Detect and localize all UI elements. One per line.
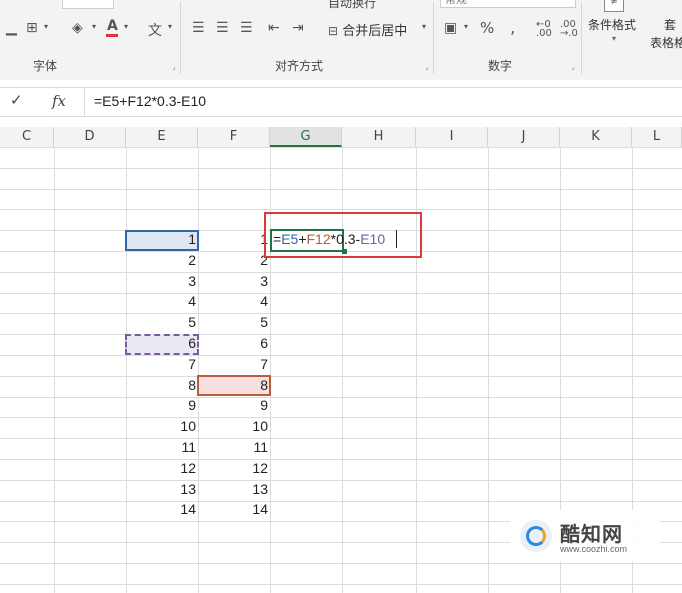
gridline-vertical (198, 147, 199, 593)
gridline-horizontal (0, 584, 682, 585)
watermark-url: www.coozhi.com (560, 544, 628, 554)
gridline-horizontal (0, 376, 682, 377)
cell-f-6[interactable]: 2 (208, 252, 268, 268)
gridline-horizontal (0, 480, 682, 481)
watermark-logo-ring (526, 526, 546, 546)
cell-e-9[interactable]: 5 (136, 314, 196, 330)
cell-e-16[interactable]: 12 (136, 460, 196, 476)
cell-f-5[interactable]: 1 (208, 231, 268, 247)
cell-e-15[interactable]: 11 (136, 439, 196, 455)
gridline-horizontal (0, 209, 682, 210)
cell-e-13[interactable]: 9 (136, 397, 196, 413)
gridline-horizontal (0, 563, 682, 564)
cell-e-17[interactable]: 13 (136, 481, 196, 497)
watermark: 酷知网 www.coozhi.com (510, 510, 660, 562)
gridline-horizontal (0, 459, 682, 460)
cell-f-7[interactable]: 3 (208, 273, 268, 289)
cell-f-10[interactable]: 6 (208, 335, 268, 351)
gridline-horizontal (0, 313, 682, 314)
cell-e-8[interactable]: 4 (136, 293, 196, 309)
cell-e-14[interactable]: 10 (136, 418, 196, 434)
cell-f-8[interactable]: 4 (208, 293, 268, 309)
cell-f-15[interactable]: 11 (208, 439, 268, 455)
gridline-vertical (126, 147, 127, 593)
gridline-horizontal (0, 168, 682, 169)
watermark-logo (520, 520, 552, 552)
cell-f-14[interactable]: 10 (208, 418, 268, 434)
gridline-horizontal (0, 189, 682, 190)
cell-e-12[interactable]: 8 (136, 377, 196, 393)
worksheet-grid[interactable] (0, 0, 682, 593)
cell-f-12[interactable]: 8 (208, 377, 268, 393)
cell-f-11[interactable]: 7 (208, 356, 268, 372)
gridline-horizontal (0, 147, 682, 148)
cell-e-5[interactable]: 1 (136, 231, 196, 247)
gridline-vertical (54, 147, 55, 593)
cell-e-18[interactable]: 14 (136, 501, 196, 517)
gridline-vertical (488, 147, 489, 593)
cell-f-18[interactable]: 14 (208, 501, 268, 517)
cell-e-10[interactable]: 6 (136, 335, 196, 351)
gridline-horizontal (0, 501, 682, 502)
gridline-horizontal (0, 417, 682, 418)
gridline-horizontal (0, 438, 682, 439)
cell-e-6[interactable]: 2 (136, 252, 196, 268)
cell-e-11[interactable]: 7 (136, 356, 196, 372)
cell-f-16[interactable]: 12 (208, 460, 268, 476)
annotation-highlight-box (264, 212, 422, 258)
gridline-horizontal (0, 355, 682, 356)
cell-f-9[interactable]: 5 (208, 314, 268, 330)
cell-f-13[interactable]: 9 (208, 397, 268, 413)
gridline-horizontal (0, 293, 682, 294)
cell-f-17[interactable]: 13 (208, 481, 268, 497)
cell-e-7[interactable]: 3 (136, 273, 196, 289)
gridline-horizontal (0, 397, 682, 398)
gridline-horizontal (0, 272, 682, 273)
watermark-brand: 酷知网 (560, 522, 623, 546)
gridline-horizontal (0, 334, 682, 335)
